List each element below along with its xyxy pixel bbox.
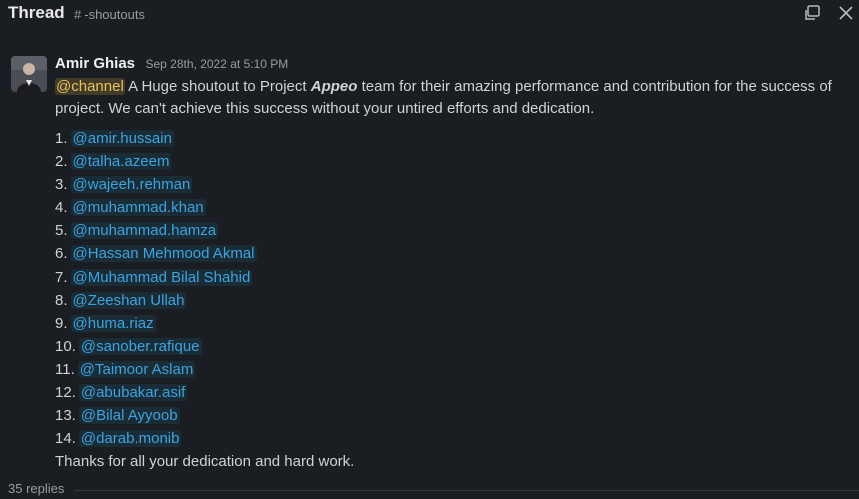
replies-divider (74, 490, 859, 491)
list-number: 14. (55, 430, 76, 448)
list-number: 12. (55, 384, 76, 402)
user-mention[interactable]: @talha.azeem (70, 153, 172, 171)
user-mention[interactable]: @Bilal Ayyoob (78, 407, 180, 425)
close-button[interactable] (835, 2, 857, 24)
list-item: 13. @Bilal Ayyoob (55, 404, 257, 427)
list-number: 4. (55, 199, 68, 217)
user-mention[interactable]: @abubakar.asif (78, 384, 188, 402)
message-header: Amir Ghias Sep 28th, 2022 at 5:10 PM (55, 55, 288, 73)
message-body: @channel A Huge shoutout to Project Appe… (55, 76, 845, 120)
user-mention[interactable]: @Zeeshan Ullah (70, 291, 187, 309)
popout-icon (805, 5, 820, 20)
list-number: 9. (55, 314, 68, 332)
user-mention[interactable]: @Muhammad Bilal Shahid (70, 268, 253, 286)
thread-channel-link[interactable]: # -shoutouts (74, 7, 145, 22)
user-mention[interactable]: @Taimoor Aslam (77, 360, 196, 378)
project-name: Appeo (310, 78, 358, 95)
list-number: 2. (55, 153, 68, 171)
message-text-part1: A Huge shoutout to Project (124, 78, 311, 95)
channel-mention[interactable]: @channel (55, 78, 125, 95)
user-mention[interactable]: @sanober.rafique (78, 337, 202, 355)
list-number: 3. (55, 176, 68, 194)
user-mention[interactable]: @muhammad.hamza (70, 222, 219, 240)
channel-name: -shoutouts (84, 7, 145, 22)
list-item: 9. @huma.riaz (55, 312, 257, 335)
replies-count[interactable]: 35 replies (8, 481, 64, 496)
channel-hash: # (74, 7, 82, 22)
mention-list: 1. @amir.hussain 2. @talha.azeem 3. @wajeeh… (55, 127, 257, 450)
close-icon (839, 6, 853, 20)
list-item: 8. @Zeeshan Ullah (55, 289, 257, 312)
avatar-photo-icon (11, 56, 47, 92)
list-item: 7. @Muhammad Bilal Shahid (55, 266, 257, 289)
list-item: 1. @amir.hussain (55, 127, 257, 150)
list-item: 14. @darab.monib (55, 427, 257, 450)
list-item: 12. @abubakar.asif (55, 381, 257, 404)
user-mention[interactable]: @muhammad.khan (70, 199, 206, 217)
list-number: 6. (55, 245, 68, 263)
list-number: 13. (55, 407, 76, 425)
list-item: 11. @Taimoor Aslam (55, 358, 257, 381)
list-number: 5. (55, 222, 68, 240)
thread-title: Thread (8, 3, 65, 22)
message-timestamp[interactable]: Sep 28th, 2022 at 5:10 PM (145, 57, 288, 71)
user-mention[interactable]: @Hassan Mehmood Akmal (70, 245, 257, 263)
list-number: 10. (55, 337, 76, 355)
list-number: 1. (55, 130, 68, 147)
user-mention[interactable]: @darab.monib (78, 430, 182, 448)
author-name[interactable]: Amir Ghias (55, 55, 135, 72)
list-number: 11. (55, 360, 75, 378)
thread-header: Thread # -shoutouts (0, 0, 859, 30)
user-mention[interactable]: @amir.hussain (70, 130, 174, 147)
popout-button[interactable] (801, 2, 823, 24)
user-mention[interactable]: @wajeeh.rehman (70, 176, 193, 194)
list-item: 10. @sanober.rafique (55, 335, 257, 358)
list-item: 2. @talha.azeem (55, 150, 257, 173)
list-item: 6. @Hassan Mehmood Akmal (55, 242, 257, 265)
list-item: 3. @wajeeh.rehman (55, 173, 257, 196)
list-number: 8. (55, 291, 68, 309)
user-mention[interactable]: @huma.riaz (70, 314, 156, 332)
list-item: 4. @muhammad.khan (55, 196, 257, 219)
author-avatar[interactable] (11, 56, 47, 92)
closing-text: Thanks for all your dedication and hard … (55, 453, 355, 470)
list-item: 5. @muhammad.hamza (55, 219, 257, 242)
list-number: 7. (55, 268, 68, 286)
